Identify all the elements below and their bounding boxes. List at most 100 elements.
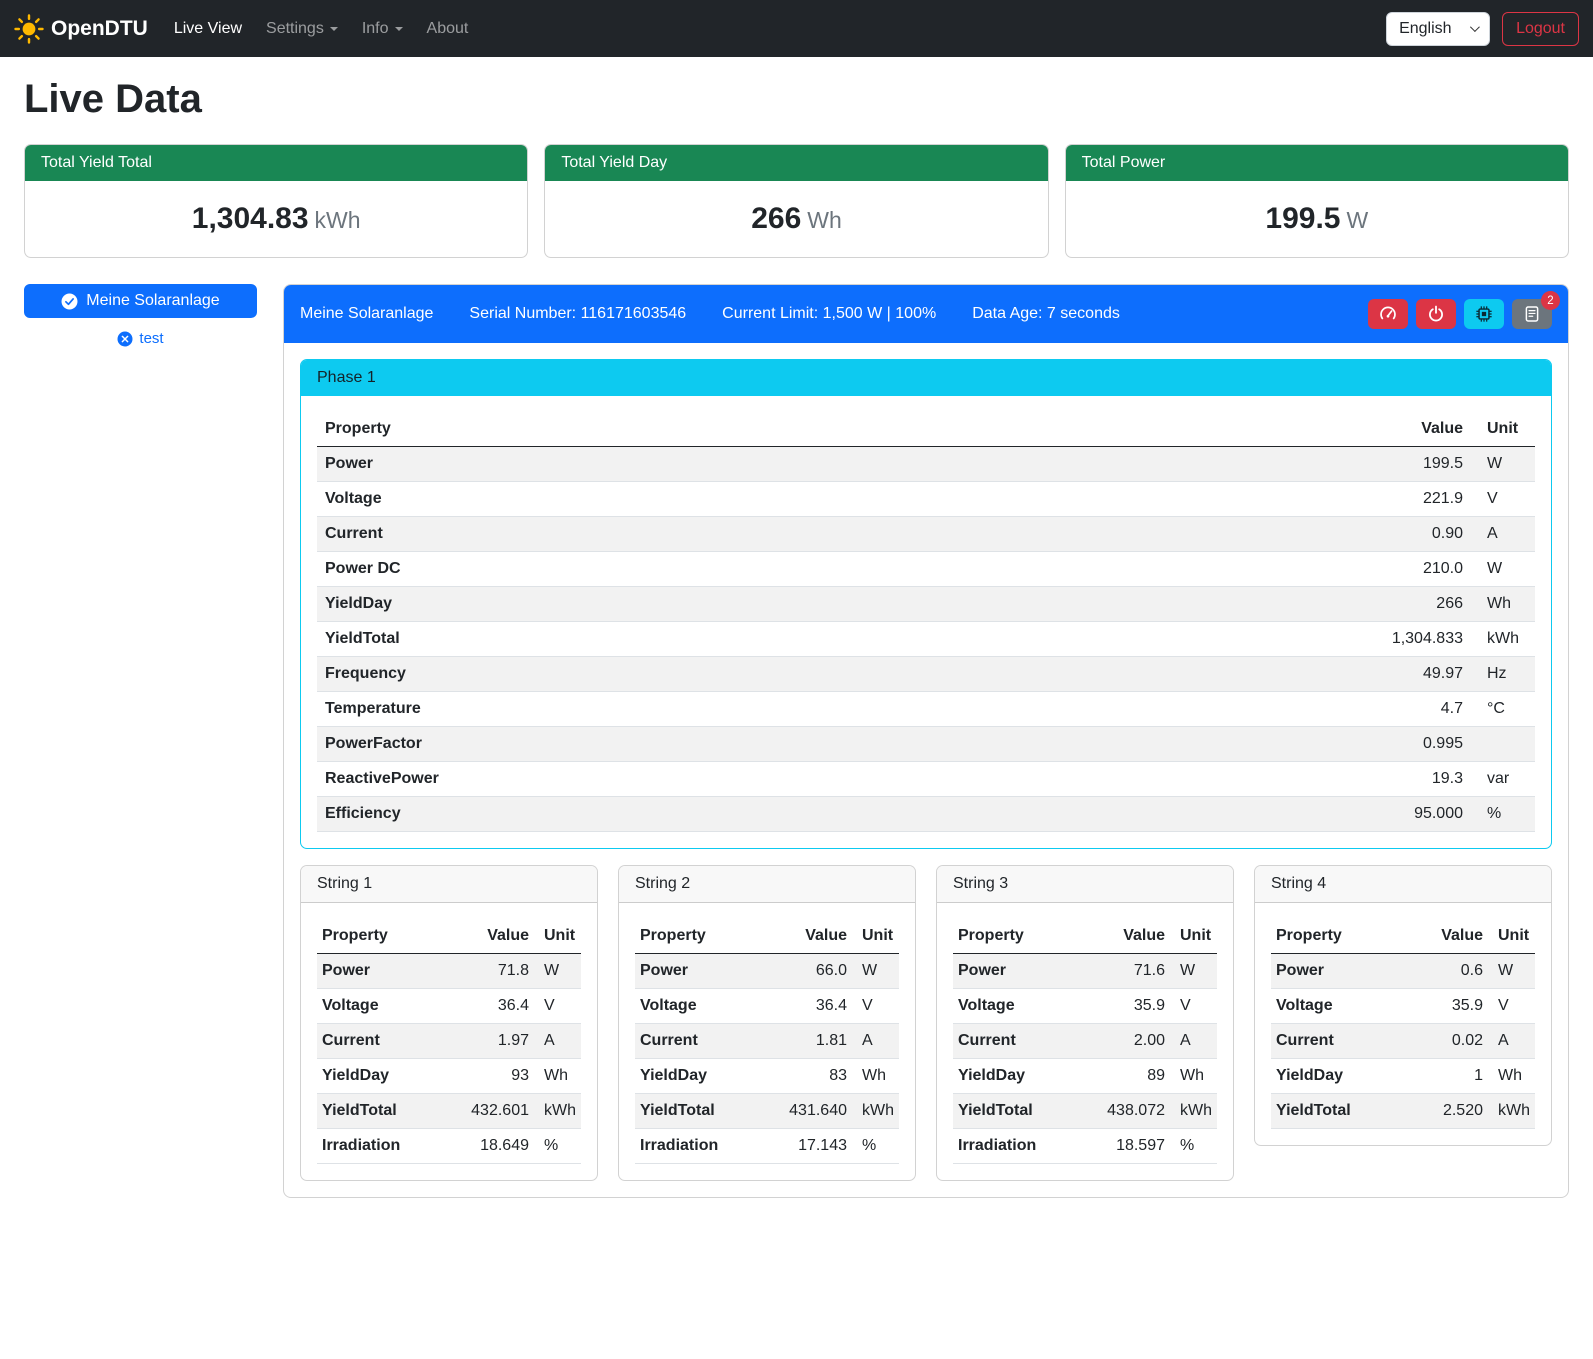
event-count-badge: 2 [1541, 291, 1560, 310]
language-select[interactable]: English [1386, 12, 1490, 46]
phase-title: Phase 1 [301, 360, 1551, 396]
phase-body: Property Value Unit Power199.5WVoltage22… [301, 396, 1551, 848]
summary-cards: Total Yield Total 1,304.83kWh Total Yiel… [24, 144, 1569, 258]
row-unit: % [534, 1129, 581, 1164]
summary-unit: kWh [315, 207, 361, 233]
row-property: Current [635, 1024, 780, 1059]
row-value: 1.81 [780, 1024, 852, 1059]
row-unit: var [1471, 762, 1535, 797]
row-unit: W [1488, 954, 1535, 989]
string-title: String 3 [937, 866, 1233, 903]
event-log-button[interactable]: 2 [1512, 299, 1552, 329]
logout-button[interactable]: Logout [1502, 12, 1579, 46]
row-value: 1.97 [462, 1024, 534, 1059]
table-row: Voltage221.9V [317, 482, 1535, 517]
table-row: YieldDay1Wh [1271, 1059, 1535, 1094]
table-row: YieldTotal432.601kWh [317, 1094, 581, 1129]
limit-settings-button[interactable] [1368, 299, 1408, 329]
row-value: 95.000 [1321, 797, 1471, 832]
power-button[interactable] [1416, 299, 1456, 329]
table-row: YieldDay93Wh [317, 1059, 581, 1094]
row-value: 432.601 [462, 1094, 534, 1129]
column-property: Property [317, 412, 1321, 447]
row-property: YieldDay [317, 1059, 462, 1094]
table-header-row: Property Value Unit [953, 919, 1217, 954]
row-value: 18.597 [1098, 1129, 1170, 1164]
row-property: Voltage [317, 482, 1321, 517]
summary-card-title: Total Power [1066, 145, 1568, 181]
row-value: 35.9 [1416, 989, 1488, 1024]
table-row: YieldTotal1,304.833kWh [317, 622, 1535, 657]
brand-label: OpenDTU [51, 17, 148, 41]
inverter-card-body: Phase 1 Property Value Unit Power199.5WV… [284, 343, 1568, 1197]
row-property: Current [317, 1024, 462, 1059]
summary-unit: Wh [807, 207, 842, 233]
brand[interactable]: OpenDTU [14, 14, 148, 44]
column-property: Property [317, 919, 462, 954]
string-body: Property Value Unit Power71.8WVoltage36.… [301, 903, 597, 1180]
column-value: Value [1098, 919, 1170, 954]
row-value: 0.90 [1321, 517, 1471, 552]
nav-info[interactable]: Info [354, 12, 411, 46]
row-value: 0.6 [1416, 954, 1488, 989]
table-row: PowerFactor0.995 [317, 727, 1535, 762]
column-unit: Unit [1170, 919, 1217, 954]
inverter-card-header: Meine Solaranlage Serial Number: 1161716… [284, 285, 1568, 343]
table-row: Voltage36.4V [635, 989, 899, 1024]
table-row: Efficiency95.000% [317, 797, 1535, 832]
table-row: Current1.97A [317, 1024, 581, 1059]
row-unit: V [534, 989, 581, 1024]
row-unit: A [1471, 517, 1535, 552]
row-property: YieldDay [1271, 1059, 1416, 1094]
string-title: String 1 [301, 866, 597, 903]
column-value: Value [780, 919, 852, 954]
table-row: Voltage35.9V [953, 989, 1217, 1024]
table-header-row: Property Value Unit [317, 919, 581, 954]
row-unit: Wh [534, 1059, 581, 1094]
sidebar-item-test[interactable]: test [24, 330, 257, 347]
row-property: Voltage [635, 989, 780, 1024]
column-unit: Unit [1471, 412, 1535, 447]
sidebar-item-meine-solaranlage[interactable]: Meine Solaranlage [24, 284, 257, 318]
row-value: 89 [1098, 1059, 1170, 1094]
table-row: Power DC210.0W [317, 552, 1535, 587]
table-row: Current2.00A [953, 1024, 1217, 1059]
row-value: 431.640 [780, 1094, 852, 1129]
row-property: Power [635, 954, 780, 989]
row-value: 36.4 [780, 989, 852, 1024]
row-property: ReactivePower [317, 762, 1321, 797]
x-circle-icon [117, 331, 133, 347]
device-info-button[interactable] [1464, 299, 1504, 329]
table-row: Current1.81A [635, 1024, 899, 1059]
row-property: Current [317, 517, 1321, 552]
nav-live-view[interactable]: Live View [166, 12, 250, 46]
table-header-row: Property Value Unit [1271, 919, 1535, 954]
row-property: Irradiation [953, 1129, 1098, 1164]
table-row: Power71.8W [317, 954, 581, 989]
row-value: 71.6 [1098, 954, 1170, 989]
string-card-1: String 1 Property Value Unit [300, 865, 598, 1181]
table-row: Temperature4.7°C [317, 692, 1535, 727]
table-row: YieldDay83Wh [635, 1059, 899, 1094]
string-table: Property Value Unit Power0.6WVoltage35.9… [1271, 919, 1535, 1129]
row-unit: kWh [852, 1094, 899, 1129]
row-property: YieldDay [635, 1059, 780, 1094]
table-row: ReactivePower19.3var [317, 762, 1535, 797]
row-unit: A [1488, 1024, 1535, 1059]
row-value: 49.97 [1321, 657, 1471, 692]
row-property: YieldTotal [953, 1094, 1098, 1129]
row-unit: W [1471, 552, 1535, 587]
summary-card-total-power: Total Power 199.5W [1065, 144, 1569, 258]
nav-about[interactable]: About [419, 12, 477, 46]
table-row: YieldTotal438.072kWh [953, 1094, 1217, 1129]
table-row: YieldDay89Wh [953, 1059, 1217, 1094]
row-unit: Wh [852, 1059, 899, 1094]
row-value: 210.0 [1321, 552, 1471, 587]
summary-value: 1,304.83 [192, 202, 309, 235]
nav-settings[interactable]: Settings [258, 12, 346, 46]
top-navbar: OpenDTU Live View Settings Info About En… [0, 0, 1593, 57]
inverter-actions: 2 [1368, 299, 1552, 329]
row-property: Efficiency [317, 797, 1321, 832]
gauge-icon [1379, 305, 1397, 323]
row-unit: V [852, 989, 899, 1024]
